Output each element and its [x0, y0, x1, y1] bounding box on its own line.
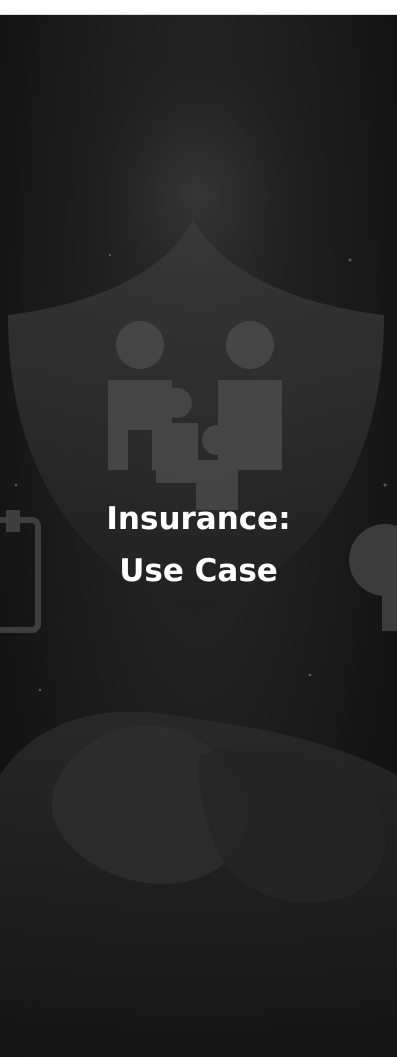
page: Insurance: Use Case — [0, 0, 397, 1057]
hero-title-line-2: Use Case — [119, 553, 278, 589]
insurance-hero-banner[interactable]: Insurance: Use Case — [0, 15, 397, 1057]
hero-title: Insurance: Use Case — [0, 493, 397, 597]
top-strip — [0, 0, 397, 15]
hands-icon — [0, 711, 397, 1057]
hero-title-line-1: Insurance: — [106, 501, 291, 537]
